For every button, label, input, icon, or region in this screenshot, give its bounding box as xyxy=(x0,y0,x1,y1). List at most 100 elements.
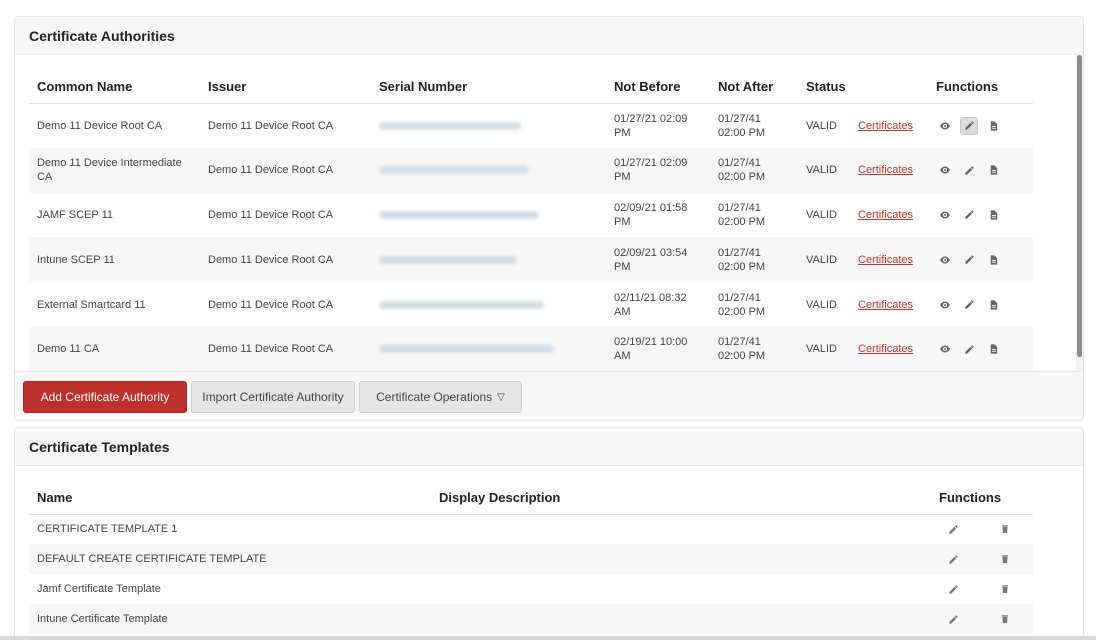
tpl-panel-title: Certificate Templates xyxy=(29,438,170,455)
table-row: Jamf Certificate Template xyxy=(29,574,1033,604)
edit-button[interactable] xyxy=(945,580,963,598)
cell-status: VALID xyxy=(798,237,850,283)
cell-not-after: 01/27/41 02:00 PM xyxy=(710,326,798,371)
cell-common-name: JAMF SCEP 11 xyxy=(37,208,114,221)
cell-functions xyxy=(928,103,1033,148)
pencil-icon xyxy=(949,614,958,624)
trash-icon xyxy=(1001,585,1008,594)
table-row: Intune SCEP 11 Demo 11 Device Root CA 02… xyxy=(29,237,1033,283)
view-button[interactable] xyxy=(936,206,954,224)
col-not-before[interactable]: Not Before xyxy=(606,71,710,104)
view-button[interactable] xyxy=(936,161,954,179)
edit-button[interactable] xyxy=(960,296,978,314)
view-button[interactable] xyxy=(936,117,954,135)
cell-functions xyxy=(928,193,1033,238)
col-common-name[interactable]: Common Name xyxy=(29,71,200,104)
download-button[interactable] xyxy=(984,206,1002,224)
delete-button[interactable] xyxy=(996,550,1014,568)
cell-not-after: 01/27/41 02:00 PM xyxy=(718,291,766,318)
edit-button[interactable] xyxy=(945,550,963,568)
delete-button[interactable] xyxy=(996,520,1014,538)
certificate-authorities-panel: Certificate Authorities Common Name Issu… xyxy=(14,16,1084,421)
cell-common-name: Intune SCEP 11 xyxy=(29,237,200,283)
cell-not-after: 01/27/41 02:00 PM xyxy=(718,112,766,139)
cell-edit xyxy=(931,514,982,544)
cell-edit xyxy=(931,604,982,634)
cell-delete xyxy=(982,574,1033,604)
document-icon xyxy=(990,255,997,265)
redacted-serial xyxy=(379,300,544,309)
col-certificates xyxy=(850,71,928,104)
col-name[interactable]: Name xyxy=(29,482,431,515)
cell-status: VALID xyxy=(806,119,837,132)
edit-button[interactable] xyxy=(960,340,978,358)
pencil-icon xyxy=(964,345,974,354)
col-serial-number[interactable]: Serial Number xyxy=(371,71,606,104)
cell-status: VALID xyxy=(806,298,837,311)
download-button[interactable] xyxy=(984,117,1002,135)
cell-status: VALID xyxy=(798,326,850,371)
pencil-icon xyxy=(964,166,974,175)
table-row: CERTIFICATE TEMPLATE 1 xyxy=(29,514,1033,544)
cell-name: DEFAULT CREATE CERTIFICATE TEMPLATE xyxy=(29,544,431,574)
edit-button[interactable] xyxy=(960,116,978,135)
certificates-link[interactable]: Certificates xyxy=(858,343,913,355)
cell-name: CERTIFICATE TEMPLATE 1 xyxy=(37,523,178,536)
ca-scrollbar-track[interactable] xyxy=(1076,55,1083,371)
pencil-icon xyxy=(964,121,974,130)
cell-display-description xyxy=(431,544,931,574)
col-not-after[interactable]: Not After xyxy=(710,71,798,104)
pencil-icon xyxy=(964,255,974,264)
table-row: External Smartcard 11 Demo 11 Device Roo… xyxy=(29,282,1033,327)
import-certificate-authority-button[interactable]: Import Certificate Authority xyxy=(191,381,355,413)
certificate-operations-dropdown[interactable]: Certificate Operations ▽ xyxy=(359,381,522,413)
download-button[interactable] xyxy=(984,161,1002,179)
cell-name: Intune Certificate Template xyxy=(29,604,431,634)
ca-panel-header: Certificate Authorities xyxy=(15,17,1083,55)
delete-button[interactable] xyxy=(996,610,1014,628)
certificates-link[interactable]: Certificates xyxy=(858,299,913,311)
certificates-link[interactable]: Certificates xyxy=(858,254,913,266)
cell-serial-number xyxy=(371,103,606,148)
table-row: Demo 11 Device Intermediate CA Demo 11 D… xyxy=(29,147,1033,193)
edit-button[interactable] xyxy=(945,520,963,538)
edit-button[interactable] xyxy=(945,610,963,628)
document-icon xyxy=(990,121,997,131)
delete-button[interactable] xyxy=(996,580,1014,598)
table-row: JAMF SCEP 11 Demo 11 Device Root CA 02/0… xyxy=(29,193,1033,238)
view-button[interactable] xyxy=(936,340,954,358)
cell-not-after: 01/27/41 02:00 PM xyxy=(710,147,798,193)
cell-common-name: Demo 11 Device Root CA xyxy=(37,119,163,132)
bottom-edge xyxy=(0,636,1096,640)
col-display-description[interactable]: Display Description xyxy=(431,482,931,515)
table-row: Demo 11 CA Demo 11 Device Root CA 02/19/… xyxy=(29,326,1033,371)
cell-common-name: Demo 11 CA xyxy=(29,326,200,371)
cell-not-after: 01/27/41 02:00 PM xyxy=(710,237,798,283)
col-status[interactable]: Status xyxy=(798,71,850,104)
cell-status: VALID xyxy=(806,208,837,221)
ca-scrollbar-thumb[interactable] xyxy=(1077,55,1082,357)
col-issuer[interactable]: Issuer xyxy=(200,71,371,104)
ca-table-container[interactable]: Common Name Issuer Serial Number Not Bef… xyxy=(15,55,1083,371)
certificates-link[interactable]: Certificates xyxy=(858,120,913,132)
view-button[interactable] xyxy=(936,251,954,269)
edit-button[interactable] xyxy=(960,161,978,179)
certificates-link[interactable]: Certificates xyxy=(858,164,913,176)
cell-issuer: Demo 11 Device Root CA xyxy=(208,298,334,311)
view-button[interactable] xyxy=(936,296,954,314)
add-certificate-authority-button[interactable]: Add Certificate Authority xyxy=(23,381,187,413)
download-button[interactable] xyxy=(984,296,1002,314)
cell-name: Jamf Certificate Template xyxy=(37,583,161,595)
certificates-link[interactable]: Certificates xyxy=(858,209,913,221)
download-button[interactable] xyxy=(984,251,1002,269)
download-button[interactable] xyxy=(984,340,1002,358)
cell-issuer: Demo 11 Device Root CA xyxy=(200,326,371,371)
edit-button[interactable] xyxy=(960,251,978,269)
cell-certificates: Certificates xyxy=(850,282,928,327)
pencil-icon xyxy=(964,300,974,309)
cell-certificates: Certificates xyxy=(850,103,928,148)
tpl-table-header: Name Display Description Functions xyxy=(29,482,1034,515)
cell-common-name: Demo 11 Device Intermediate CA xyxy=(29,147,200,193)
cell-issuer: Demo 11 Device Root CA xyxy=(200,147,371,193)
edit-button[interactable] xyxy=(960,206,978,224)
